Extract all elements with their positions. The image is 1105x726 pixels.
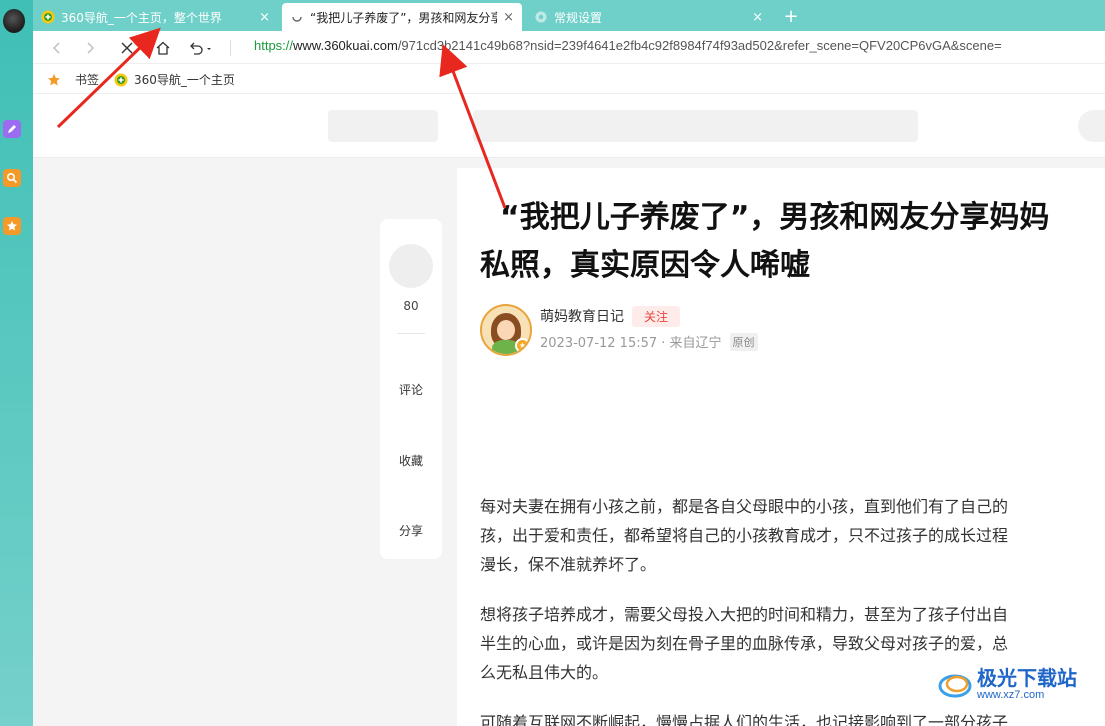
like-button[interactable] (389, 244, 433, 288)
login-placeholder[interactable] (1078, 110, 1105, 142)
tab-settings[interactable]: 常规设置 × (526, 3, 771, 31)
watermark: 极光下载站 www.xz7.com (937, 664, 1097, 704)
title-line-1: “我把儿子养废了”，男孩和网友分享妈妈 (500, 200, 1050, 235)
bookmark-bar: 书签 360导航_一个主页 (33, 64, 1105, 94)
star-icon (48, 73, 60, 85)
star-icon[interactable] (3, 217, 21, 235)
url-host: www.360kuai.com (293, 38, 398, 53)
article-title: “我把儿子养废了”，男孩和网友分享妈妈 私照，真实原因令人唏嘘 (480, 194, 1105, 290)
verified-badge-icon: ★ (515, 338, 530, 353)
paragraph-line: 半生的心血，或许是因为刻在骨子里的血脉传承，导致父母对孩子的爱，总 (480, 634, 1009, 653)
paragraph-line: 孩，出于爱和责任，都希望将自己的小孩教育成才，只不过孩子的成长过程 (480, 526, 1009, 545)
watermark-url: www.xz7.com (977, 689, 1045, 701)
bookmark-folder[interactable]: 书签 (47, 71, 99, 88)
settings-icon (535, 11, 547, 23)
bookmark-360-nav[interactable]: 360导航_一个主页 (114, 71, 235, 88)
close-icon[interactable]: × (259, 10, 270, 25)
author-avatar[interactable]: ★ (480, 304, 532, 356)
360-logo-icon (41, 10, 55, 24)
forward-button[interactable] (78, 36, 102, 60)
header-placeholder (328, 110, 438, 142)
home-button[interactable] (151, 36, 175, 60)
close-icon[interactable]: × (752, 10, 763, 25)
paragraph: 每对夫妻在拥有小孩之前，都是各自父母眼中的小孩，直到他们有了自己的 孩，出于爱和… (480, 492, 1105, 579)
tab-title: 常规设置 (554, 10, 603, 25)
tab-360-nav[interactable]: 360导航_一个主页，整个世界 × (33, 3, 278, 31)
follow-button[interactable]: 关注 (632, 305, 681, 327)
paragraph-line: 可随着互联网不断崛起，慢慢占据人们的生活，也记接影响到了一部分孩子 (480, 713, 1009, 726)
search-placeholder[interactable] (473, 110, 918, 142)
tab-article[interactable]: “我把儿子养废了”，男孩和网友分享 × (282, 3, 522, 31)
tab-strip: 360导航_一个主页，整个世界 × “我把儿子养废了”，男孩和网友分享 × 常规… (33, 0, 1105, 31)
favorite-button[interactable]: 收藏 (380, 452, 442, 469)
close-icon[interactable]: × (503, 10, 514, 25)
chevron-right-icon (87, 42, 94, 54)
watermark-logo-icon (938, 674, 972, 698)
close-icon (121, 42, 133, 54)
action-rail: 80 评论 收藏 分享 (380, 219, 442, 559)
home-icon (156, 41, 170, 55)
edit-icon[interactable] (3, 120, 21, 138)
chevron-left-icon (53, 42, 60, 54)
rail-divider (397, 333, 425, 334)
paragraph-line: 想将孩子培养成才，需要父母投入大把的时间和精力，甚至为了孩子付出自 (480, 605, 1009, 624)
back-button[interactable] (45, 36, 69, 60)
360-logo-icon (114, 73, 128, 86)
url-path: /971cd3b2141c49b68?nsid=239f4641e2fb4c92… (397, 38, 1002, 53)
undo-icon (190, 42, 211, 55)
tab-title: 360导航_一个主页，整个世界 (61, 10, 222, 25)
publish-meta: 2023-07-12 15:57 · 来自辽宁 (540, 336, 722, 351)
user-avatar[interactable] (3, 9, 25, 33)
author-name[interactable]: 萌妈教育日记 (540, 306, 624, 326)
paragraph: 可随着互联网不断崛起，慢慢占据人们的生活，也记接影响到了一部分孩子 (480, 708, 1105, 726)
bookmark-label: 书签 (75, 73, 100, 87)
paragraph-line: 每对夫妻在拥有小孩之前，都是各自父母眼中的小孩，直到他们有了自己的 (480, 497, 1009, 516)
comment-button[interactable]: 评论 (380, 381, 442, 398)
paragraph-line: 漫长，保不准就养坏了。 (480, 555, 657, 574)
new-tab-button[interactable]: + (778, 3, 804, 29)
original-badge: 原创 (729, 332, 758, 351)
page-content: 80 评论 收藏 分享 “我把儿子养废了”，男孩和网友分享妈妈 私照，真实原因令… (33, 94, 1105, 726)
left-sidebar (0, 0, 33, 726)
toolbar-divider (230, 40, 231, 56)
address-bar[interactable]: https://www.360kuai.com/971cd3b2141c49b6… (254, 38, 1002, 53)
search-icon[interactable] (3, 169, 21, 187)
loading-spinner-icon (292, 16, 302, 22)
address-toolbar: https://www.360kuai.com/971cd3b2141c49b6… (33, 31, 1105, 64)
share-button[interactable]: 分享 (380, 522, 442, 539)
site-header (33, 94, 1105, 158)
stop-button[interactable] (115, 36, 139, 60)
title-line-2: 私照，真实原因令人唏嘘 (480, 248, 810, 283)
url-scheme: https:// (254, 38, 294, 53)
article: “我把儿子养废了”，男孩和网友分享妈妈 私照，真实原因令人唏嘘 ★ 萌妈教育日记… (457, 168, 1105, 726)
tab-title: “我把儿子养废了”，男孩和网友分享 (310, 10, 498, 25)
watermark-name: 极光下载站 (977, 666, 1077, 690)
like-count: 80 (403, 299, 419, 313)
undo-close-button[interactable] (183, 36, 217, 60)
bookmark-label: 360导航_一个主页 (134, 73, 235, 87)
author-block: ★ 萌妈教育日记 关注 2023-07-12 15:57 · 来自辽宁 原创 (480, 304, 758, 356)
